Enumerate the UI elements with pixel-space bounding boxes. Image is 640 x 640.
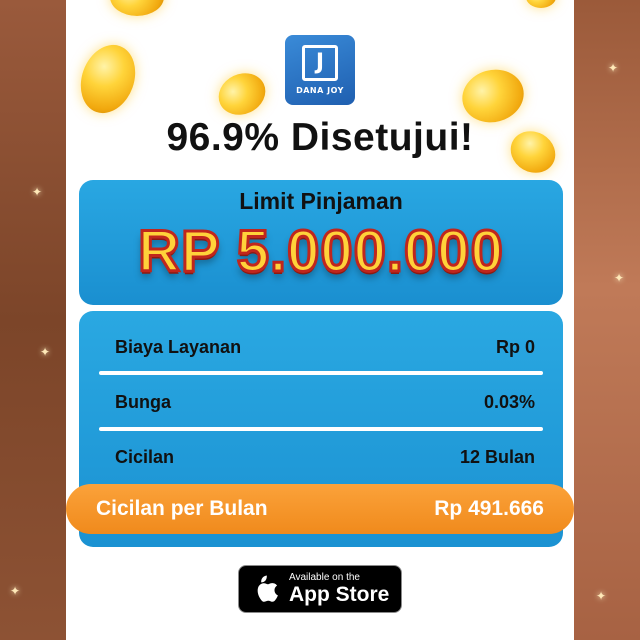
approval-headline: 96.9% Disetujui! <box>166 116 474 159</box>
sparkle-icon: ✦ <box>40 345 51 359</box>
row-divider <box>99 427 543 431</box>
store-caption: Available on the <box>289 571 360 583</box>
loan-limit-panel: Limit Pinjaman RP 5.000.000 <box>79 180 563 305</box>
background-left-panel: ✦ ✦ ✦ <box>0 0 66 640</box>
detail-row-installment: Cicilan 12 Bulan <box>115 443 535 471</box>
promo-card: J DANA JOY 96.9% Disetujui! Limit Pinjam… <box>66 0 574 640</box>
coin-icon <box>526 0 556 8</box>
loan-limit-label: Limit Pinjaman <box>239 188 403 214</box>
detail-label: Biaya Layanan <box>115 336 242 357</box>
background-right-panel: ✦ ✦ ✦ <box>574 0 640 640</box>
sparkle-icon: ✦ <box>32 185 43 199</box>
store-name: App Store <box>289 582 390 606</box>
logo-mark: J <box>302 45 338 81</box>
detail-value: Rp 0 <box>495 336 535 357</box>
sparkle-icon: ✦ <box>596 589 607 603</box>
sparkle-icon: ✦ <box>608 61 619 75</box>
coin-icon <box>211 65 273 123</box>
sparkle-icon: ✦ <box>10 584 21 598</box>
detail-row-service-fee: Biaya Layanan Rp 0 <box>115 333 535 361</box>
sparkle-icon: ✦ <box>614 271 625 285</box>
apple-icon <box>257 575 278 602</box>
detail-label: Cicilan <box>115 446 175 467</box>
monthly-installment-bar: Cicilan per Bulan Rp 491.666 <box>66 484 574 534</box>
detail-row-interest: Bunga 0.03% <box>115 388 535 416</box>
monthly-value: Rp 491.666 <box>434 497 544 520</box>
loan-limit-amount: RP 5.000.000 <box>137 218 505 286</box>
detail-label: Bunga <box>115 391 171 412</box>
monthly-label: Cicilan per Bulan <box>96 497 268 520</box>
coin-icon <box>71 37 145 121</box>
detail-value: 12 Bulan <box>459 446 535 467</box>
row-divider <box>99 371 543 375</box>
app-logo: J DANA JOY <box>285 35 355 105</box>
coin-icon <box>110 0 164 16</box>
logo-text: DANA JOY <box>296 86 344 95</box>
detail-value: 0.03% <box>483 391 535 412</box>
app-store-button[interactable]: Available on the App Store <box>238 565 402 613</box>
